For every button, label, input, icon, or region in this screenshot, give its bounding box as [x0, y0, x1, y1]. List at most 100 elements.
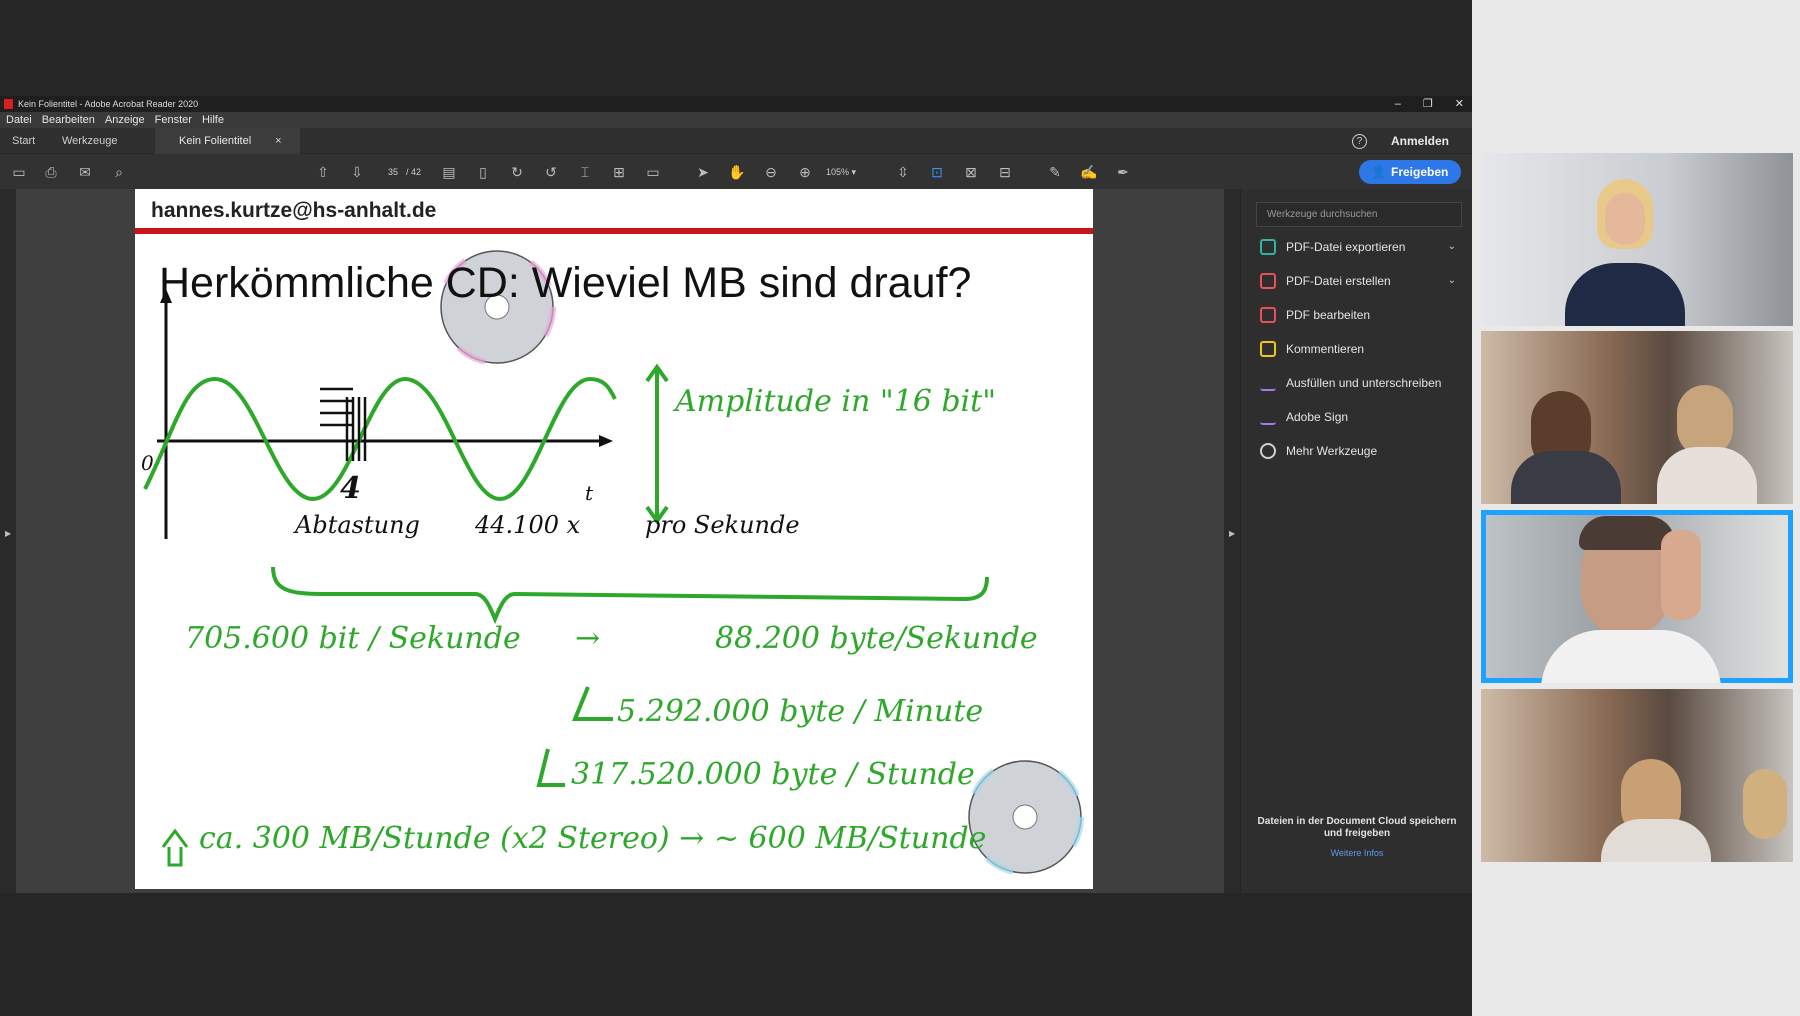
video-tile-participant-3-speaking[interactable]	[1481, 510, 1793, 683]
page-number-input[interactable]: 35	[381, 164, 405, 180]
next-page-icon[interactable]: ⇩	[348, 163, 366, 181]
arrow-line3	[536, 748, 565, 787]
rotate-cw-icon[interactable]: ↻	[508, 163, 526, 181]
menu-hilfe[interactable]: Hilfe	[202, 112, 224, 128]
print-icon[interactable]: ⎙	[42, 163, 60, 181]
zoom-out-icon[interactable]: ⊖	[762, 163, 780, 181]
expand-left-icon[interactable]: ▶	[5, 529, 11, 538]
prev-page-icon[interactable]: ⇧	[314, 163, 332, 181]
acrobat-app-icon	[4, 99, 13, 109]
minimize-button[interactable]: –	[1395, 96, 1401, 112]
search-icon[interactable]: ⌕	[110, 163, 128, 181]
axis-zero-label: 0	[141, 451, 154, 475]
menu-fenster[interactable]: Fenster	[155, 112, 192, 128]
menu-bearbeiten[interactable]: Bearbeiten	[42, 112, 95, 128]
more-info-link[interactable]: Weitere Infos	[1251, 848, 1463, 858]
share-label: Freigeben	[1391, 165, 1449, 179]
tab-document[interactable]: Kein Folientitel ×	[155, 128, 300, 154]
title-bar: Kein Folientitel - Adobe Acrobat Reader …	[0, 96, 1472, 112]
tool-label: PDF bearbeiten	[1286, 308, 1371, 322]
highlight-icon[interactable]: ✍	[1080, 163, 1098, 181]
tool-adobe-sign[interactable]: Adobe Sign	[1256, 405, 1462, 429]
export-pdf-icon	[1260, 239, 1276, 255]
tool-edit-pdf[interactable]: PDF bearbeiten	[1256, 303, 1462, 327]
sine-wave	[143, 376, 617, 502]
byterate-line: 88.200 byte/Sekunde	[715, 621, 1038, 656]
chevron-down-icon[interactable]: ⌄	[1448, 235, 1456, 259]
save-icon[interactable]: ▭	[10, 163, 28, 181]
fit-width-icon[interactable]: ⌶	[576, 163, 594, 181]
participant-body	[1601, 819, 1711, 862]
menu-bar: Datei Bearbeiten Anzeige Fenster Hilfe	[0, 112, 1472, 128]
page-layout-icon[interactable]: ▤	[440, 163, 458, 181]
sampling-note: Abtastung	[295, 511, 420, 539]
zoom-select[interactable]: 105% ▾	[826, 164, 868, 180]
zoom-in-icon[interactable]: ⊕	[796, 163, 814, 181]
tool-label: Ausfüllen und unterschreiben	[1286, 376, 1442, 390]
video-tile-participant-2[interactable]	[1481, 331, 1793, 504]
tool-more-tools[interactable]: Mehr Werkzeuge	[1256, 439, 1462, 463]
tab-werkzeuge[interactable]: Werkzeuge	[62, 128, 117, 154]
read-mode-icon[interactable]: ⊟	[996, 163, 1014, 181]
user-add-icon: 👤	[1371, 165, 1386, 179]
video-tile-participant-4[interactable]	[1481, 689, 1793, 862]
video-tile-participant-1[interactable]	[1481, 153, 1793, 326]
close-window-button[interactable]: ✕	[1455, 96, 1464, 112]
thumbnails-icon[interactable]: ⊞	[610, 163, 628, 181]
window-title: Kein Folientitel - Adobe Acrobat Reader …	[18, 99, 199, 109]
curly-brace	[271, 566, 989, 625]
menu-datei[interactable]: Datei	[6, 112, 32, 128]
document-view[interactable]: hannes.kurtze@hs-anhalt.de Herkömmliche …	[16, 189, 1240, 893]
tools-search-input[interactable]: Werkzeuge durchsuchen	[1256, 202, 1462, 227]
tool-create-pdf[interactable]: PDF-Datei erstellen ⌄	[1256, 269, 1462, 293]
arrow-icon: →	[575, 621, 601, 656]
shared-screen: Kein Folientitel - Adobe Acrobat Reader …	[0, 0, 1472, 1016]
comment-icon[interactable]: ✎	[1046, 163, 1064, 181]
per-second-note: pro Sekunde	[645, 511, 800, 539]
chevron-down-icon[interactable]: ⌄	[1448, 269, 1456, 293]
participant-shirt	[1565, 263, 1685, 326]
pdf-page: hannes.kurtze@hs-anhalt.de Herkömmliche …	[135, 189, 1093, 889]
participant-face	[1605, 193, 1645, 245]
axis-t-label: t	[585, 481, 594, 505]
participant-hand	[1661, 530, 1701, 620]
chevron-down-icon: ▾	[851, 167, 857, 177]
participant-shirt	[1541, 630, 1721, 683]
close-tab-icon[interactable]: ×	[275, 135, 281, 147]
tool-fill-sign[interactable]: Ausfüllen und unterschreiben	[1256, 371, 1462, 395]
hand-tool-icon[interactable]: ✋	[728, 163, 746, 181]
left-panel-collapsed[interactable]: ▶	[0, 189, 16, 893]
tool-export-pdf[interactable]: PDF-Datei exportieren ⌄	[1256, 235, 1462, 259]
tool-label: PDF-Datei erstellen	[1286, 274, 1391, 288]
select-pointer-icon[interactable]: ➤	[694, 163, 712, 181]
tool-comment[interactable]: Kommentieren	[1256, 337, 1462, 361]
share-button[interactable]: 👤 Freigeben	[1359, 160, 1461, 184]
tools-panel: Werkzeuge durchsuchen PDF-Datei exportie…	[1240, 189, 1472, 893]
menu-anzeige[interactable]: Anzeige	[105, 112, 145, 128]
x-axis-arrow	[599, 435, 613, 447]
rotate-ccw-icon[interactable]: ↺	[542, 163, 560, 181]
per-hour-line: 317.520.000 byte / Stunde	[571, 757, 975, 792]
adobe-sign-icon	[1260, 409, 1276, 425]
fit-page-icon[interactable]: ⊡	[928, 163, 946, 181]
comment-icon	[1260, 341, 1276, 357]
signin-link[interactable]: Anmelden	[1391, 128, 1449, 154]
fit-visible-icon[interactable]: ⊠	[962, 163, 980, 181]
scroll-mode-icon[interactable]: ⇳	[894, 163, 912, 181]
tool-label: Kommentieren	[1286, 342, 1365, 356]
zoom-value: 105%	[826, 167, 850, 177]
page-icon[interactable]: ▯	[474, 163, 492, 181]
fullscreen-icon[interactable]: ▭	[644, 163, 662, 181]
help-icon[interactable]: ?	[1352, 134, 1367, 149]
tab-start[interactable]: Start	[12, 128, 35, 154]
tool-label: Adobe Sign	[1286, 410, 1349, 424]
sign-icon[interactable]: ✒	[1114, 163, 1132, 181]
collapse-right-icon[interactable]: ▶	[1229, 529, 1235, 538]
email-icon[interactable]: ✉	[76, 163, 94, 181]
screen: Kein Folientitel - Adobe Acrobat Reader …	[0, 0, 1800, 1016]
toolbar: ▭ ⎙ ✉ ⌕ ⇧ ⇩ 35 / 42 ▤ ▯ ↻ ↺ ⌶ ⊞ ▭ ➤ ✋ ⊖ …	[0, 155, 1472, 189]
right-panel-toggle[interactable]: ▶	[1224, 189, 1240, 893]
rate-note: 44.100 x	[475, 511, 581, 539]
restore-button[interactable]: ❐	[1423, 96, 1433, 112]
video-gallery	[1472, 0, 1800, 1016]
